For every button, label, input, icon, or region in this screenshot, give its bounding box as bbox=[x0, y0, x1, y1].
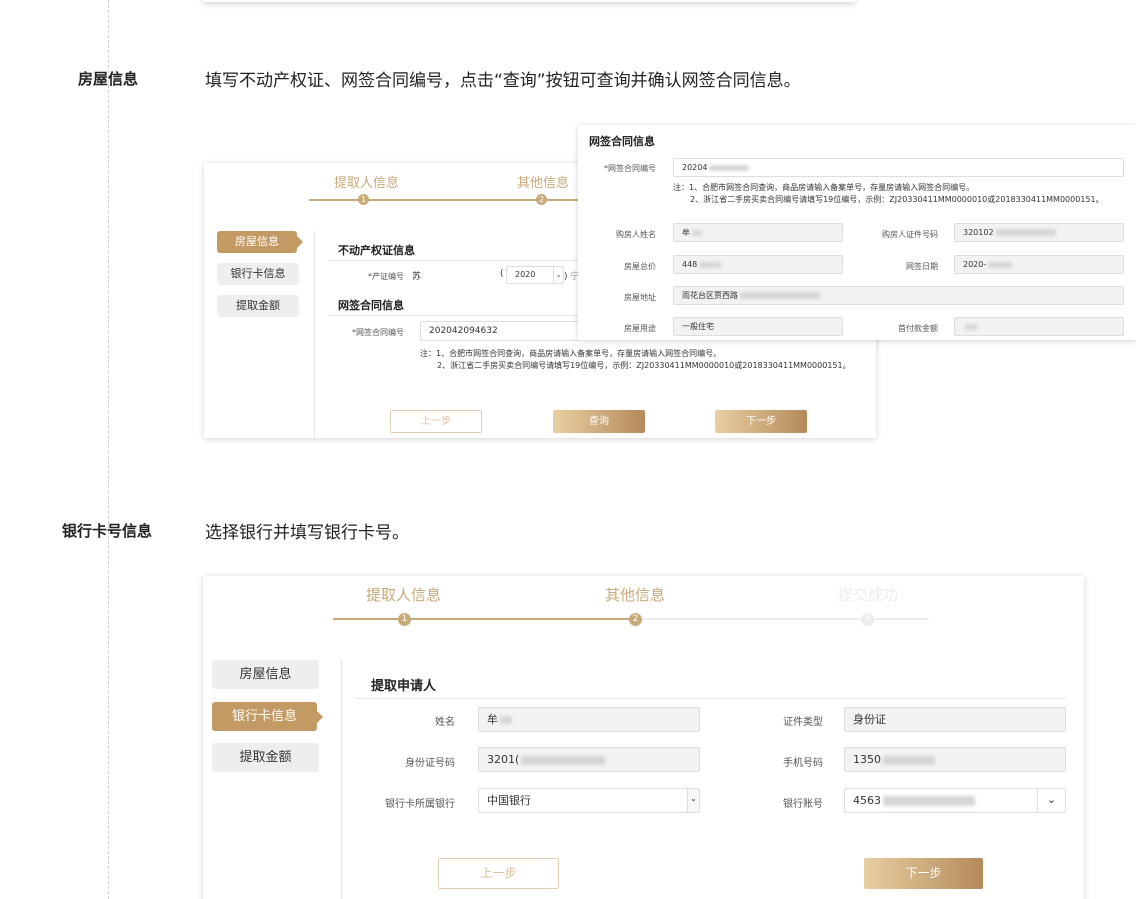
contract-info-popup: 网签合同信息 *网签合同编号 20204 注：1、合肥市网签合同查询，商品房请输… bbox=[578, 125, 1136, 340]
divider bbox=[356, 698, 1066, 699]
buyer-name-label: 购房人姓名 bbox=[616, 230, 656, 239]
account-value: 4563 bbox=[853, 794, 881, 807]
phone-label: 手机号码 bbox=[783, 758, 823, 769]
phone-field: 1350 bbox=[844, 747, 1066, 772]
address-field: 雨花台区贾西路 bbox=[673, 286, 1124, 305]
step-dot-2: 2 bbox=[536, 194, 547, 205]
sidebar-divider bbox=[314, 231, 315, 438]
sidebar-divider bbox=[341, 660, 342, 899]
step-label-2: 其他信息 bbox=[605, 586, 666, 604]
buyer-id-label: 购房人证件号码 bbox=[882, 230, 938, 239]
previous-screenshot-edge bbox=[203, 0, 855, 2]
contract-note-2: 2、浙江省二手房买卖合同编号请填写19位编号，示例：ZJ20330411MM00… bbox=[437, 361, 851, 370]
down-payment-label: 首付款金额 bbox=[898, 324, 938, 333]
timeline-dashed-line bbox=[108, 0, 109, 899]
tab-bank-info[interactable]: 银行卡信息 bbox=[217, 263, 299, 285]
buyer-id-field: 320102 bbox=[954, 223, 1124, 242]
sign-date-field: 2020- bbox=[954, 255, 1124, 274]
step-dot-1: 1 bbox=[398, 613, 411, 626]
bank-label: 银行卡所属银行 bbox=[385, 799, 455, 810]
popup-contract-label: *网签合同编号 bbox=[604, 164, 656, 173]
section-desc-bank: 选择银行并填写银行卡号。 bbox=[205, 523, 409, 543]
tab-amount[interactable]: 提取金额 bbox=[212, 743, 319, 772]
prev-step-button[interactable]: 上一步 bbox=[390, 410, 482, 433]
contract-note-1: 注：1、合肥市网签合同查询，商品房请输入备案单号，存量房请输入网签合同编号。 bbox=[420, 349, 722, 358]
popup-note-2: 2、浙江省二手房买卖合同编号请填写19位编号，示例：ZJ20330411MM00… bbox=[690, 195, 1104, 204]
name-field: 牟 bbox=[478, 707, 700, 732]
step-label-1: 提取人信息 bbox=[366, 586, 442, 604]
account-label: 银行账号 bbox=[783, 799, 823, 810]
cert-number-label: *产证编号 bbox=[368, 272, 404, 281]
cert-year-select[interactable]: 2020 ⌄ bbox=[506, 266, 564, 284]
applicant-title: 提取申请人 bbox=[371, 679, 437, 694]
cert-prefix: 苏 bbox=[412, 272, 422, 282]
step-progress-line-pending bbox=[636, 618, 929, 620]
total-price-field: 448 bbox=[673, 255, 843, 274]
step-label-3: 提交成功 bbox=[838, 586, 899, 604]
contract-number-label: *网签合同编号 bbox=[352, 328, 404, 337]
name-label: 姓名 bbox=[435, 717, 455, 728]
chevron-down-icon[interactable]: ⌄ bbox=[1037, 789, 1065, 812]
contract-number-input[interactable]: 202042094632 bbox=[420, 321, 580, 341]
next-step-button[interactable]: 下一步 bbox=[715, 410, 807, 433]
id-number-label: 身份证号码 bbox=[405, 758, 455, 769]
usage-field: 一般住宅 bbox=[673, 317, 843, 336]
paren-open: ( bbox=[500, 269, 504, 279]
chevron-down-icon: ⌄ bbox=[553, 267, 563, 283]
tab-amount[interactable]: 提取金额 bbox=[217, 295, 299, 317]
account-input[interactable]: 4563 ⌄ bbox=[844, 788, 1066, 813]
id-type-field: 身份证 bbox=[844, 707, 1066, 732]
contract-info-title: 网签合同信息 bbox=[338, 299, 404, 312]
buyer-name-field: 牟 bbox=[673, 223, 843, 242]
tab-bank-info[interactable]: 银行卡信息 bbox=[212, 702, 323, 731]
sign-date-label: 网签日期 bbox=[906, 262, 938, 271]
tab-house-info[interactable]: 房屋信息 bbox=[217, 231, 303, 253]
down-payment-field bbox=[954, 317, 1124, 336]
section-title-house: 房屋信息 bbox=[78, 70, 139, 88]
query-button[interactable]: 查询 bbox=[553, 410, 645, 433]
bank-select-value: 中国银行 bbox=[487, 794, 531, 807]
property-cert-title: 不动产权证信息 bbox=[338, 244, 415, 257]
step-label-1: 提取人信息 bbox=[334, 176, 400, 191]
section-title-bank: 银行卡号信息 bbox=[62, 522, 153, 540]
step-dot-2: 2 bbox=[629, 613, 642, 626]
section-desc-house: 填写不动产权证、网签合同编号，点击“查询”按钮可查询并确认网签合同信息。 bbox=[205, 71, 801, 91]
next-step-button[interactable]: 下一步 bbox=[864, 858, 983, 889]
address-label: 房屋地址 bbox=[624, 293, 656, 302]
id-type-label: 证件类型 bbox=[783, 717, 823, 728]
bank-select[interactable]: 中国银行 ⌄ bbox=[478, 788, 700, 813]
usage-label: 房屋用途 bbox=[624, 324, 656, 333]
cert-year-value: 2020 bbox=[515, 270, 536, 279]
step-dot-1: 1 bbox=[358, 194, 369, 205]
screenshot-bank-form: 提取人信息 其他信息 提交成功 1 2 3 房屋信息 银行卡信息 提取金额 提取… bbox=[203, 576, 1084, 899]
prev-step-button[interactable]: 上一步 bbox=[438, 858, 559, 889]
tab-house-info[interactable]: 房屋信息 bbox=[212, 660, 319, 689]
step-dot-3: 3 bbox=[861, 613, 874, 626]
popup-contract-input[interactable]: 20204 bbox=[673, 158, 1124, 177]
chevron-down-icon: ⌄ bbox=[687, 789, 699, 812]
total-price-label: 房屋总价 bbox=[624, 262, 656, 271]
step-label-2: 其他信息 bbox=[517, 176, 570, 191]
page: 房屋信息 填写不动产权证、网签合同编号，点击“查询”按钮可查询并确认网签合同信息… bbox=[0, 0, 1136, 899]
id-number-field: 3201( bbox=[478, 747, 700, 772]
popup-note-1: 注：1、合肥市网签合同查询，商品房请输入备案单号，存量房请输入网签合同编号。 bbox=[673, 183, 975, 192]
step-progress-line bbox=[333, 618, 636, 620]
popup-title: 网签合同信息 bbox=[589, 135, 655, 148]
